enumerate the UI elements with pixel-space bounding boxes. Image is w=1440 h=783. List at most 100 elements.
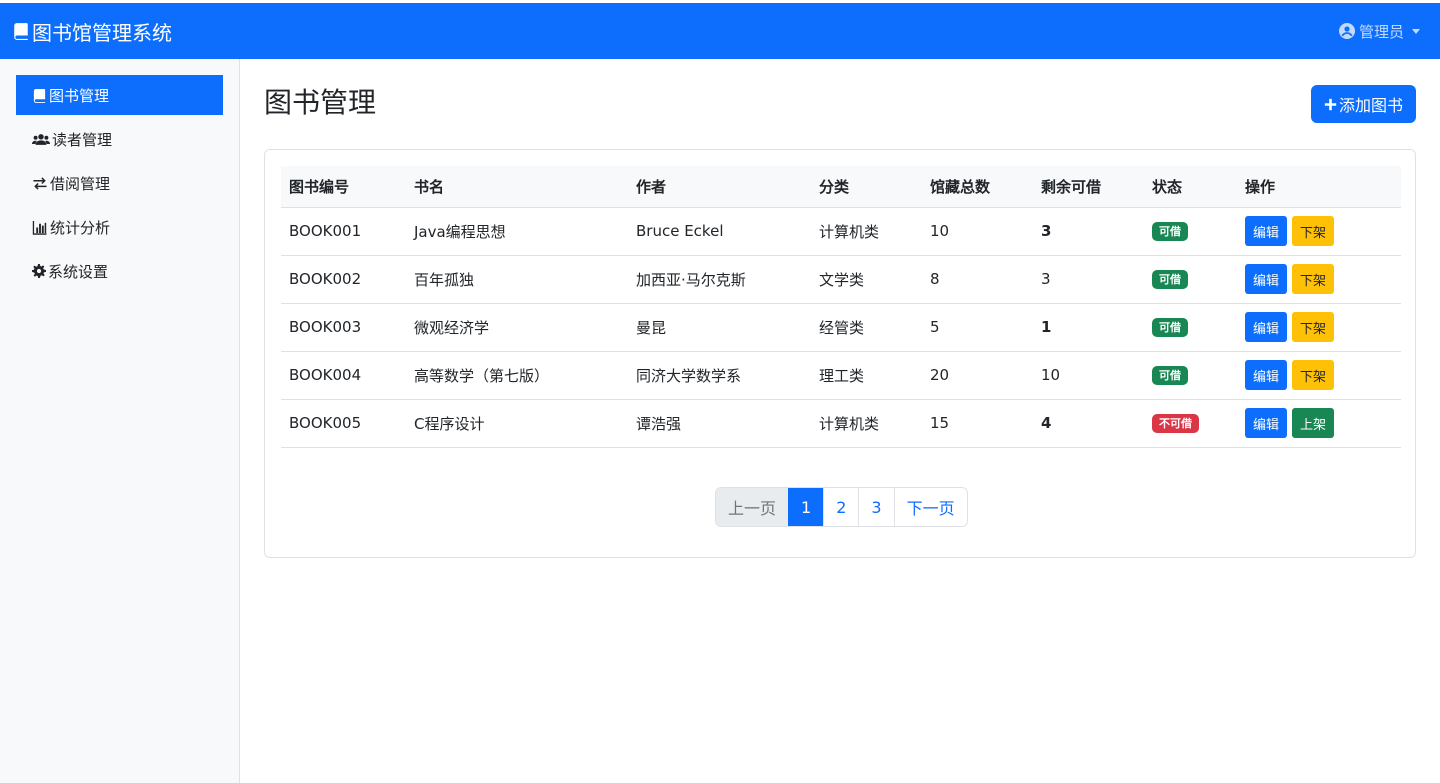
status-badge: 可借: [1152, 365, 1188, 386]
book-remaining: 10: [1033, 351, 1144, 400]
sidebar-item-stats[interactable]: 统计分析: [16, 207, 223, 247]
brand[interactable]: 图书馆管理系统: [12, 17, 172, 46]
column-header-name: 书名: [406, 166, 628, 208]
book-remaining: 3: [1033, 207, 1144, 256]
sidebar-item-books[interactable]: 图书管理: [16, 75, 223, 115]
column-header-actions: 操作: [1237, 166, 1401, 208]
book-category: 计算机类: [811, 399, 922, 448]
users-icon: [32, 133, 50, 145]
status-badge: 可借: [1152, 269, 1188, 290]
book-remaining: 3: [1033, 255, 1144, 304]
column-header-status: 状态: [1144, 166, 1237, 208]
book-author: 同济大学数学系: [628, 351, 811, 400]
books-card: 图书编号 书名 作者 分类 馆藏总数 剩余可借 状态 操作 BOOK001 Ja…: [264, 149, 1416, 558]
book-total: 5: [922, 303, 1033, 352]
plus-icon: [1324, 98, 1337, 110]
sidebar-item-label: 借阅管理: [50, 174, 111, 193]
unshelve-button[interactable]: 下架: [1292, 360, 1335, 390]
book-total: 10: [922, 207, 1033, 256]
user-menu[interactable]: 管理员: [1338, 21, 1428, 42]
pagination-page-1[interactable]: 1: [788, 488, 824, 526]
bar-chart-icon: [32, 220, 47, 235]
app-title: 图书馆管理系统: [32, 20, 172, 45]
pagination-prev[interactable]: 上一页: [716, 488, 789, 526]
user-circle-icon: [1338, 23, 1355, 39]
book-author: 曼昆: [628, 303, 811, 352]
status-cell: 可借: [1144, 255, 1237, 304]
edit-button[interactable]: 编辑: [1245, 264, 1288, 294]
column-header-remaining: 剩余可借: [1033, 166, 1144, 208]
book-name: 微观经济学: [406, 303, 628, 352]
book-id: BOOK005: [281, 399, 406, 448]
exchange-icon: [33, 176, 47, 190]
shelve-button[interactable]: 上架: [1292, 408, 1335, 438]
chevron-down-icon: [1412, 28, 1420, 34]
book-id: BOOK004: [281, 351, 406, 400]
book-total: 15: [922, 399, 1033, 448]
edit-button[interactable]: 编辑: [1245, 360, 1288, 390]
edit-button[interactable]: 编辑: [1245, 216, 1288, 246]
book-author: 谭浩强: [628, 399, 811, 448]
book-name: Java编程思想: [406, 207, 628, 256]
book-id: BOOK001: [281, 207, 406, 256]
edit-button[interactable]: 编辑: [1245, 312, 1288, 342]
sidebar-item-label: 读者管理: [52, 130, 113, 149]
pagination: 上一页 1 2 3 下一页: [715, 487, 968, 527]
actions-cell: 编辑 下架: [1237, 207, 1401, 256]
book-author: 加西亚·马尔克斯: [628, 255, 811, 304]
unshelve-button[interactable]: 下架: [1292, 312, 1335, 342]
book-icon: [14, 23, 28, 40]
status-badge: 不可借: [1152, 413, 1199, 434]
status-cell: 不可借: [1144, 399, 1237, 448]
book-total: 20: [922, 351, 1033, 400]
column-header-author: 作者: [628, 166, 811, 208]
actions-cell: 编辑 下架: [1237, 351, 1401, 400]
status-badge: 可借: [1152, 221, 1188, 242]
books-table: 图书编号 书名 作者 分类 馆藏总数 剩余可借 状态 操作 BOOK001 Ja…: [281, 166, 1401, 448]
status-cell: 可借: [1144, 351, 1237, 400]
sidebar-item-readers[interactable]: 读者管理: [16, 119, 223, 159]
top-navbar: 图书馆管理系统 管理员: [0, 3, 1440, 59]
table-row: BOOK005 C程序设计 谭浩强 计算机类 15 4 不可借 编辑 上架: [281, 399, 1401, 448]
sidebar-item-settings[interactable]: 系统设置: [16, 251, 223, 291]
table-row: BOOK003 微观经济学 曼昆 经管类 5 1 可借 编辑 下架: [281, 303, 1401, 352]
pagination-page-3[interactable]: 3: [858, 488, 893, 526]
sidebar-item-borrow[interactable]: 借阅管理: [16, 163, 223, 203]
actions-cell: 编辑 下架: [1237, 303, 1401, 352]
add-book-button[interactable]: 添加图书: [1310, 85, 1416, 123]
book-category: 计算机类: [811, 207, 922, 256]
book-author: Bruce Eckel: [628, 207, 811, 256]
user-name: 管理员: [1358, 22, 1404, 41]
sidebar-item-label: 图书管理: [49, 86, 110, 105]
main-content: 图书管理 添加图书 图书编号 书名 作者 分类 馆藏总数 剩余可借 状态 操作: [240, 59, 1440, 783]
unshelve-button[interactable]: 下架: [1292, 216, 1335, 246]
edit-button[interactable]: 编辑: [1245, 408, 1288, 438]
actions-cell: 编辑 上架: [1237, 399, 1401, 448]
book-icon: [33, 88, 46, 103]
add-book-label: 添加图书: [1338, 96, 1403, 115]
book-id: BOOK002: [281, 255, 406, 304]
column-header-category: 分类: [811, 166, 922, 208]
status-badge: 可借: [1152, 317, 1188, 338]
book-name: 百年孤独: [406, 255, 628, 304]
book-total: 8: [922, 255, 1033, 304]
book-remaining: 1: [1033, 303, 1144, 352]
sidebar: 图书管理 读者管理 借阅管理 统计分析 系统设置: [0, 59, 240, 783]
book-category: 经管类: [811, 303, 922, 352]
book-category: 文学类: [811, 255, 922, 304]
sidebar-item-label: 统计分析: [50, 218, 111, 237]
pagination-page-2[interactable]: 2: [823, 488, 858, 526]
sidebar-item-label: 系统设置: [48, 262, 109, 281]
book-name: 高等数学（第七版）: [406, 351, 628, 400]
unshelve-button[interactable]: 下架: [1292, 264, 1335, 294]
book-id: BOOK003: [281, 303, 406, 352]
book-name: C程序设计: [406, 399, 628, 448]
book-category: 理工类: [811, 351, 922, 400]
status-cell: 可借: [1144, 303, 1237, 352]
column-header-total: 馆藏总数: [922, 166, 1033, 208]
book-remaining: 4: [1033, 399, 1144, 448]
actions-cell: 编辑 下架: [1237, 255, 1401, 304]
table-row: BOOK001 Java编程思想 Bruce Eckel 计算机类 10 3 可…: [281, 207, 1401, 256]
pagination-next[interactable]: 下一页: [893, 488, 967, 526]
table-row: BOOK004 高等数学（第七版） 同济大学数学系 理工类 20 10 可借 编…: [281, 351, 1401, 400]
